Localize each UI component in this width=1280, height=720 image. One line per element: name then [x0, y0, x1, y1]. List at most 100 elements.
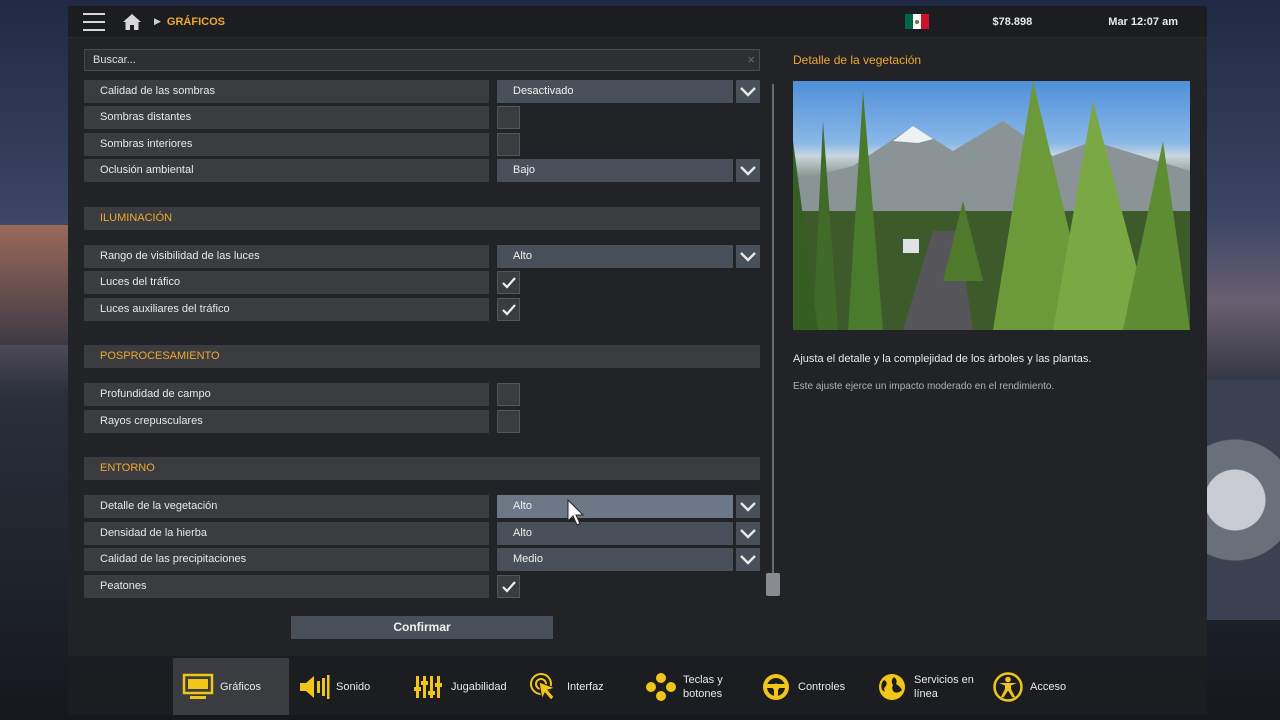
- menu-icon[interactable]: [83, 12, 105, 31]
- tab-controles[interactable]: Controles: [760, 658, 845, 715]
- setting-label: Densidad de la hierba: [84, 522, 489, 545]
- setting-row-rayos: Rayos crepusculares: [84, 410, 760, 433]
- dropdown-value: Alto: [497, 245, 733, 268]
- chevron-down-icon[interactable]: [736, 159, 760, 182]
- tab-label: Teclas y botones: [683, 673, 723, 700]
- dropdown-value: Alto: [497, 495, 733, 518]
- globe-icon: [876, 671, 908, 703]
- depth-of-field-checkbox[interactable]: [497, 383, 520, 406]
- money-balance: $78.898: [992, 15, 1033, 28]
- dropdown-value: Bajo: [497, 159, 733, 182]
- vegetation-preview-image: [793, 81, 1190, 330]
- tab-acceso[interactable]: Acceso: [992, 658, 1066, 715]
- tab-servicios-linea[interactable]: Servicios en línea: [876, 658, 979, 715]
- top-bar: ▶ GRÁFICOS $78.898 Mar 12:07 am: [68, 6, 1207, 38]
- setting-row-hierba: Densidad de la hierba Alto: [84, 522, 760, 545]
- setting-label: Calidad de las precipitaciones: [84, 548, 489, 571]
- tab-label: Sonido: [336, 680, 371, 693]
- chevron-down-icon[interactable]: [736, 80, 760, 103]
- checkmark-icon: [501, 276, 516, 289]
- tab-jugabilidad[interactable]: Jugabilidad: [413, 658, 507, 715]
- setting-label: Sombras interiores: [84, 133, 489, 156]
- graphics-settings-panel: Buscar... × Calidad de las sombras Desac…: [68, 38, 1207, 656]
- tab-label: Gráficos: [220, 680, 261, 693]
- setting-row-precipitaciones: Calidad de las precipitaciones Medio: [84, 548, 760, 571]
- setting-label: Rayos crepusculares: [84, 410, 489, 433]
- detail-title: Detalle de la vegetación: [793, 53, 922, 67]
- traffic-lights-checkbox[interactable]: [497, 271, 520, 294]
- breadcrumb-chevron-icon: ▶: [154, 16, 161, 26]
- confirm-button[interactable]: Confirmar: [291, 616, 553, 639]
- dropdown-value: Alto: [497, 522, 733, 545]
- distant-shadows-checkbox[interactable]: [497, 106, 520, 129]
- setting-row-sombras-interiores: Sombras interiores: [84, 133, 760, 156]
- setting-label: Calidad de las sombras: [84, 80, 489, 103]
- pedestrians-checkbox[interactable]: [497, 575, 520, 598]
- aux-traffic-lights-checkbox[interactable]: [497, 298, 520, 321]
- ambient-occlusion-dropdown[interactable]: Bajo: [497, 159, 760, 182]
- setting-row-vegetacion: Detalle de la vegetación Alto: [84, 495, 760, 518]
- precipitation-quality-dropdown[interactable]: Medio: [497, 548, 760, 571]
- settings-category-tabs: Gráficos Sonido Jugabilidad Interfaz Tec…: [68, 658, 1207, 715]
- vegetation-detail-dropdown[interactable]: Alto: [497, 495, 760, 518]
- tab-label: Jugabilidad: [451, 680, 507, 693]
- steering-wheel-icon: [760, 671, 792, 703]
- settings-list: Calidad de las sombras Desactivado Sombr…: [84, 76, 760, 601]
- mouse-cursor-icon: [567, 499, 585, 526]
- tab-sonido[interactable]: Sonido: [298, 658, 370, 715]
- home-icon[interactable]: [122, 13, 142, 31]
- setting-row-profundidad: Profundidad de campo: [84, 383, 760, 406]
- detail-performance-note: Este ajuste ejerce un impacto moderado e…: [793, 381, 1055, 392]
- background-scenery: [0, 225, 70, 345]
- setting-row-peatones: Peatones: [84, 575, 760, 598]
- setting-row-calidad-sombras: Calidad de las sombras Desactivado: [84, 80, 760, 103]
- scrollbar-thumb[interactable]: [766, 573, 780, 596]
- setting-row-luces-aux: Luces auxiliares del tráfico: [84, 298, 760, 321]
- mexico-flag-icon: [904, 14, 929, 29]
- grass-density-dropdown[interactable]: Alto: [497, 522, 760, 545]
- chevron-down-icon[interactable]: [736, 495, 760, 518]
- tab-label: Acceso: [1030, 680, 1067, 693]
- background-truck-wheels: [1205, 380, 1280, 620]
- clear-search-icon[interactable]: ×: [747, 52, 755, 67]
- tab-label: Controles: [798, 680, 846, 693]
- accessibility-icon: [992, 671, 1024, 703]
- god-rays-checkbox[interactable]: [497, 410, 520, 433]
- setting-row-sombras-distantes: Sombras distantes: [84, 106, 760, 129]
- dropdown-value: Desactivado: [497, 80, 733, 103]
- tab-interfaz[interactable]: Interfaz: [529, 658, 604, 715]
- gamepad-buttons-icon: [645, 671, 677, 703]
- search-input[interactable]: Buscar... ×: [84, 49, 760, 71]
- light-range-dropdown[interactable]: Alto: [497, 245, 760, 268]
- chevron-down-icon[interactable]: [736, 522, 760, 545]
- monitor-icon: [182, 671, 214, 703]
- checkmark-icon: [501, 580, 516, 593]
- shadow-quality-dropdown[interactable]: Desactivado: [497, 80, 760, 103]
- setting-row-rango-luces: Rango de visibilidad de las luces Alto: [84, 245, 760, 268]
- setting-row-oclusion: Oclusión ambiental Bajo: [84, 159, 760, 182]
- dropdown-value: Medio: [497, 548, 733, 571]
- tab-graficos[interactable]: Gráficos: [173, 658, 289, 715]
- interior-shadows-checkbox[interactable]: [497, 133, 520, 156]
- tab-label: Servicios en línea: [914, 673, 974, 700]
- speaker-icon: [298, 671, 330, 703]
- section-header-posprocesamiento: POSPROCESAMIENTO: [84, 345, 760, 368]
- tab-label: Interfaz: [567, 680, 604, 693]
- setting-label: Peatones: [84, 575, 489, 598]
- breadcrumb: GRÁFICOS: [166, 15, 225, 28]
- setting-row-luces-trafico: Luces del tráfico: [84, 271, 760, 294]
- sliders-icon: [413, 671, 445, 703]
- section-header-iluminacion: ILUMINACIÓN: [84, 207, 760, 230]
- search-placeholder: Buscar...: [93, 54, 136, 66]
- cursor-icon: [529, 671, 561, 703]
- game-time: Mar 12:07 am: [1108, 15, 1178, 28]
- section-header-entorno: ENTORNO: [84, 457, 760, 480]
- setting-label: Detalle de la vegetación: [84, 495, 489, 518]
- setting-label: Sombras distantes: [84, 106, 489, 129]
- chevron-down-icon[interactable]: [736, 548, 760, 571]
- tab-teclas-botones[interactable]: Teclas y botones: [645, 658, 733, 715]
- checkmark-icon: [501, 303, 516, 316]
- scrollbar-track[interactable]: [772, 84, 774, 596]
- setting-label: Luces del tráfico: [84, 271, 489, 294]
- chevron-down-icon[interactable]: [736, 245, 760, 268]
